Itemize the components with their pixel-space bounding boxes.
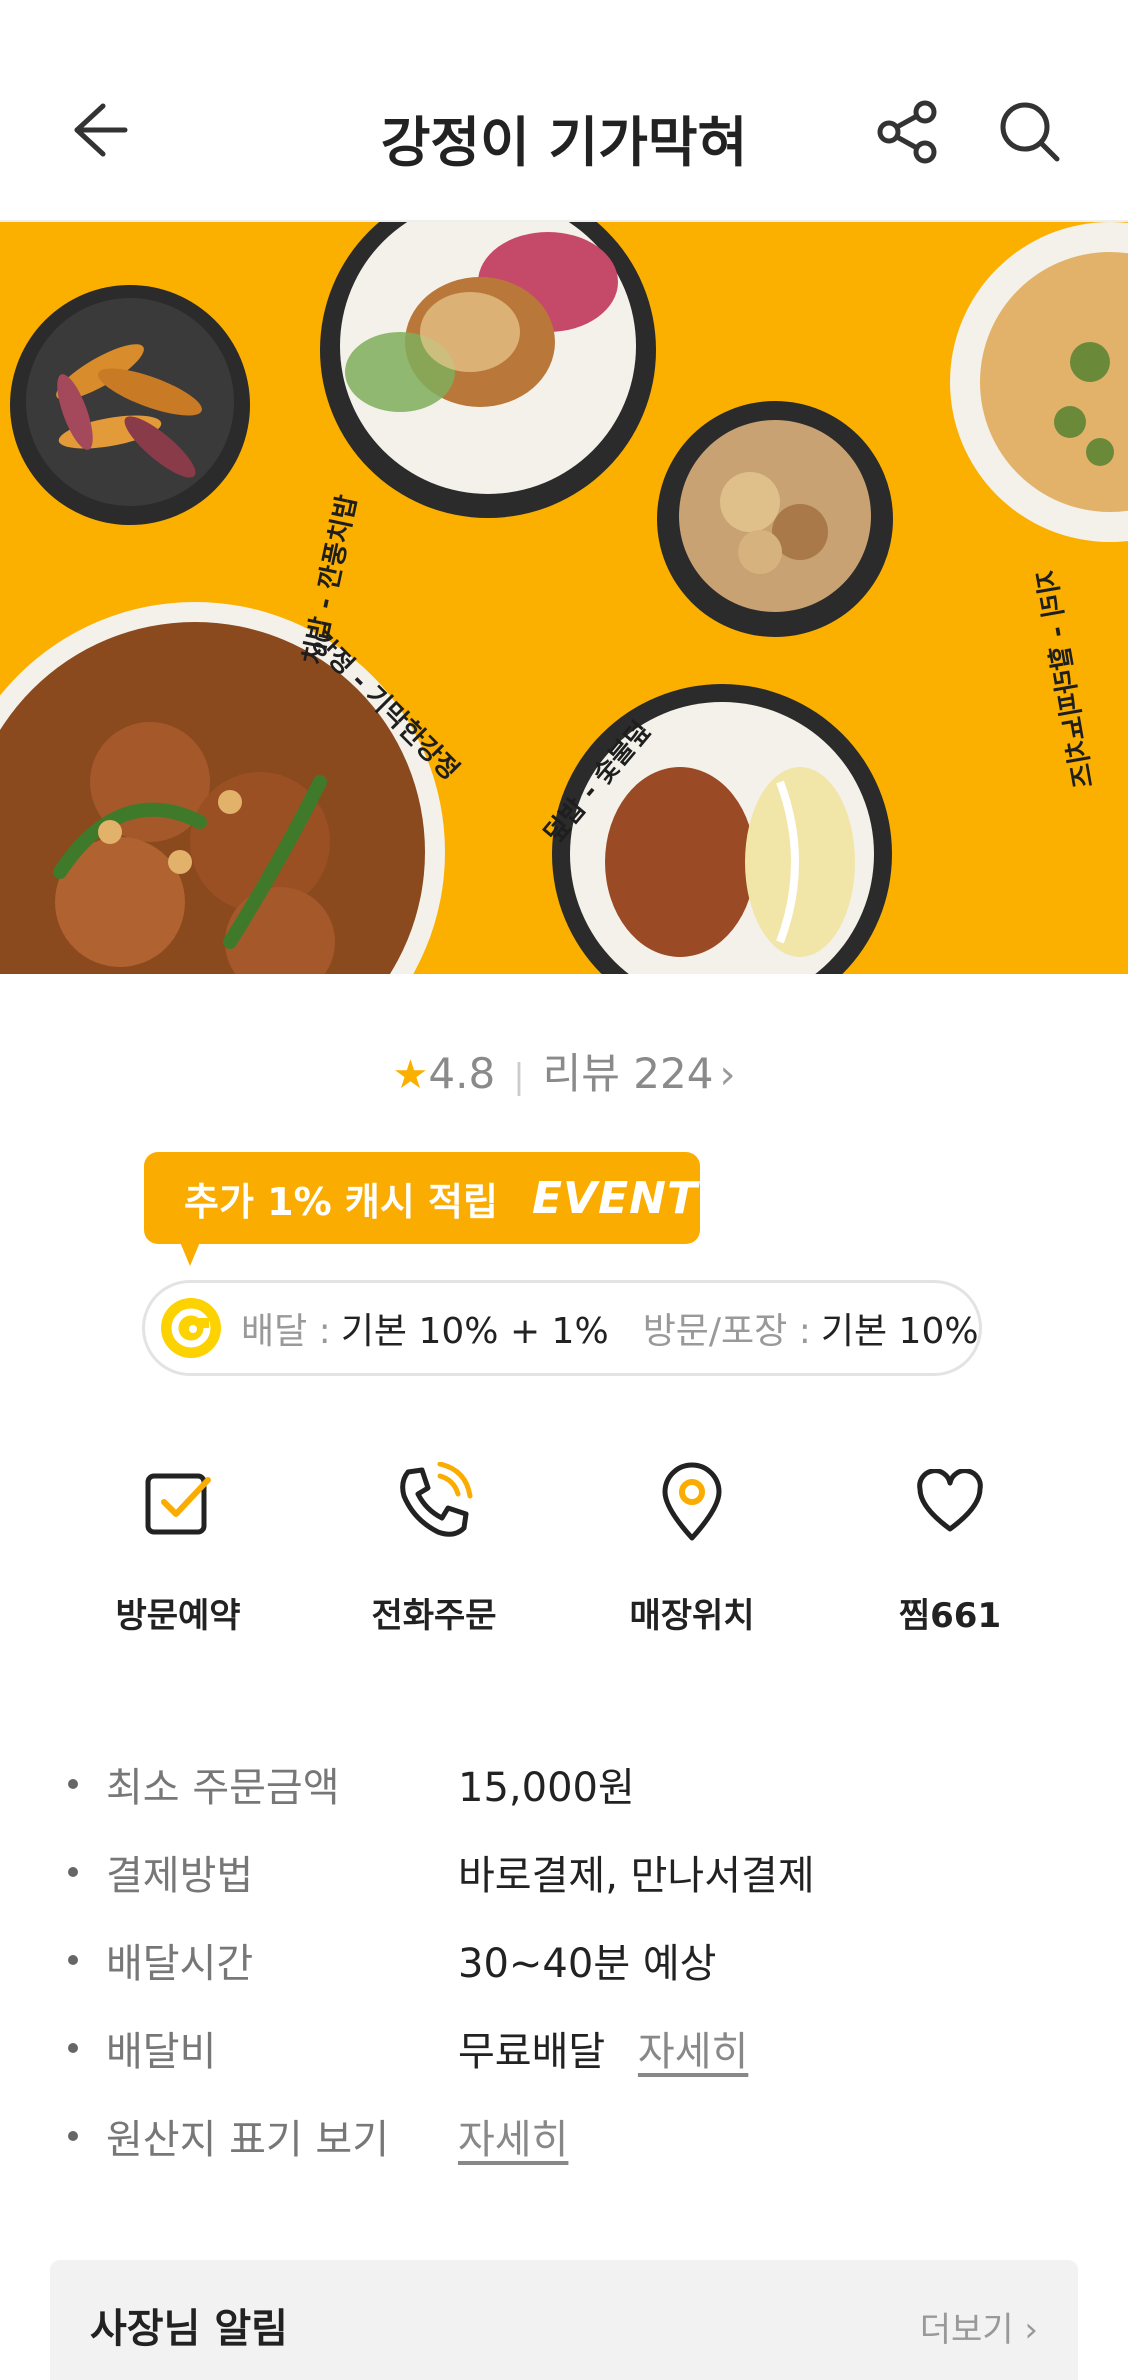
- action-label: 전화주문: [371, 1596, 497, 1636]
- visit-reservation-button[interactable]: 방문예약: [78, 1456, 278, 1637]
- phone-icon: [400, 1462, 473, 1537]
- search-icon: [1000, 102, 1060, 162]
- share-button[interactable]: [872, 96, 944, 168]
- back-arrow-icon: [74, 103, 128, 157]
- notice-more-button[interactable]: 더보기 ›: [920, 2302, 1038, 2351]
- store-location-button[interactable]: 매장위치: [592, 1456, 792, 1637]
- location-pin-icon: [662, 1462, 722, 1541]
- info-value-group: 무료배달 자세히: [458, 2019, 748, 2077]
- cash-coin-icon: [161, 1298, 221, 1358]
- info-key: 배달비: [106, 2029, 217, 2075]
- delivery-fee-detail-link[interactable]: 자세히: [638, 2029, 748, 2075]
- sweet-potato-plate: [10, 285, 250, 525]
- chevron-right-icon: ›: [1024, 2310, 1038, 2350]
- bullet: [68, 2131, 78, 2141]
- search-button[interactable]: [994, 96, 1066, 168]
- nuts-bowl: [657, 401, 893, 637]
- gangjeong-plate: [0, 602, 445, 974]
- bullet: [68, 2043, 78, 2053]
- store-banner-image: 치밥 - 깐풍치밥 지리 - 할라피뇨치즈 강정 - 기막한강정 덮밥 - 숯불…: [0, 222, 1128, 974]
- origin-label-row: 원산지 표기 보기 자세히: [0, 2107, 1128, 2167]
- info-key: 최소 주문금액: [106, 1765, 340, 1811]
- badge-pointer: [180, 1242, 200, 1266]
- payment-method-row: 결제방법 바로결제, 만나서결제: [0, 1843, 1128, 1903]
- info-key: 배달시간: [106, 1941, 254, 1987]
- cash-event-badge: 추가 1% 캐시 적립 EVENT: [144, 1152, 700, 1244]
- bullet: [68, 1955, 78, 1965]
- delivery-time-row: 배달시간 30~40분 예상: [0, 1931, 1128, 1991]
- chicken-rice-bowl: [320, 222, 656, 518]
- info-value: 30~40분 예상: [458, 1941, 717, 1987]
- heart-icon: [917, 1469, 983, 1532]
- store-action-row: 방문예약 전화주문 매장위치 찜661: [0, 1456, 1128, 1636]
- event-text: 추가 1% 캐시 적립: [184, 1179, 498, 1224]
- page-title: 강정이 기가막혀: [380, 111, 748, 174]
- bullet: [68, 1779, 78, 1789]
- cheese-chicken-plate: [950, 222, 1128, 542]
- divider: |: [513, 1057, 525, 1097]
- more-label: 더보기: [919, 2310, 1014, 2350]
- notice-title: 사장님 알림: [90, 2306, 288, 2352]
- chevron-right-icon: ›: [719, 1052, 736, 1098]
- origin-detail-link[interactable]: 자세히: [458, 2117, 568, 2163]
- rating-score: 4.8: [428, 1049, 496, 1098]
- info-key: 원산지 표기 보기: [106, 2117, 390, 2163]
- top-app-bar: 강정이 기가막혀: [0, 0, 1128, 222]
- info-value: 무료배달: [458, 2029, 606, 2075]
- info-value: 15,000원: [458, 1765, 635, 1811]
- owner-notice-section: 사장님 알림 더보기 ›: [50, 2260, 1078, 2380]
- min-order-row: 최소 주문금액 15,000원: [0, 1755, 1128, 1815]
- info-key: 결제방법: [106, 1853, 254, 1899]
- info-value-group: 자세히: [458, 2107, 568, 2165]
- action-label: 매장위치: [629, 1596, 755, 1636]
- rating-review-link[interactable]: ★4.8 | 리뷰 224 ›: [0, 1040, 1128, 1101]
- favorite-button[interactable]: 찜661: [850, 1456, 1050, 1637]
- bullet: [68, 1867, 78, 1877]
- visit-value: 기본 10%: [820, 1311, 979, 1352]
- delivery-value: 기본 10% + 1%: [340, 1311, 609, 1352]
- delivery-key: 배달 :: [241, 1311, 331, 1352]
- phone-order-button[interactable]: 전화주문: [334, 1456, 534, 1637]
- pork-rice-bowl: [552, 684, 892, 974]
- delivery-fee-row: 배달비 무료배달 자세히: [0, 2019, 1128, 2079]
- action-label: 찜661: [898, 1596, 1002, 1636]
- event-tag: EVENT: [531, 1172, 698, 1224]
- visit-key: 방문/포장 :: [642, 1311, 811, 1352]
- review-count: 리뷰 224: [542, 1049, 714, 1098]
- info-value: 바로결제, 만나서결제: [458, 1853, 815, 1899]
- reservation-check-icon: [145, 1473, 211, 1535]
- back-button[interactable]: [62, 95, 132, 165]
- cashback-info-pill: 배달 : 기본 10% + 1% 방문/포장 : 기본 10%: [142, 1280, 982, 1376]
- action-label: 방문예약: [115, 1596, 241, 1636]
- share-icon: [877, 100, 937, 164]
- food-photo-collage: [0, 222, 1128, 974]
- star-icon: ★: [392, 1052, 429, 1098]
